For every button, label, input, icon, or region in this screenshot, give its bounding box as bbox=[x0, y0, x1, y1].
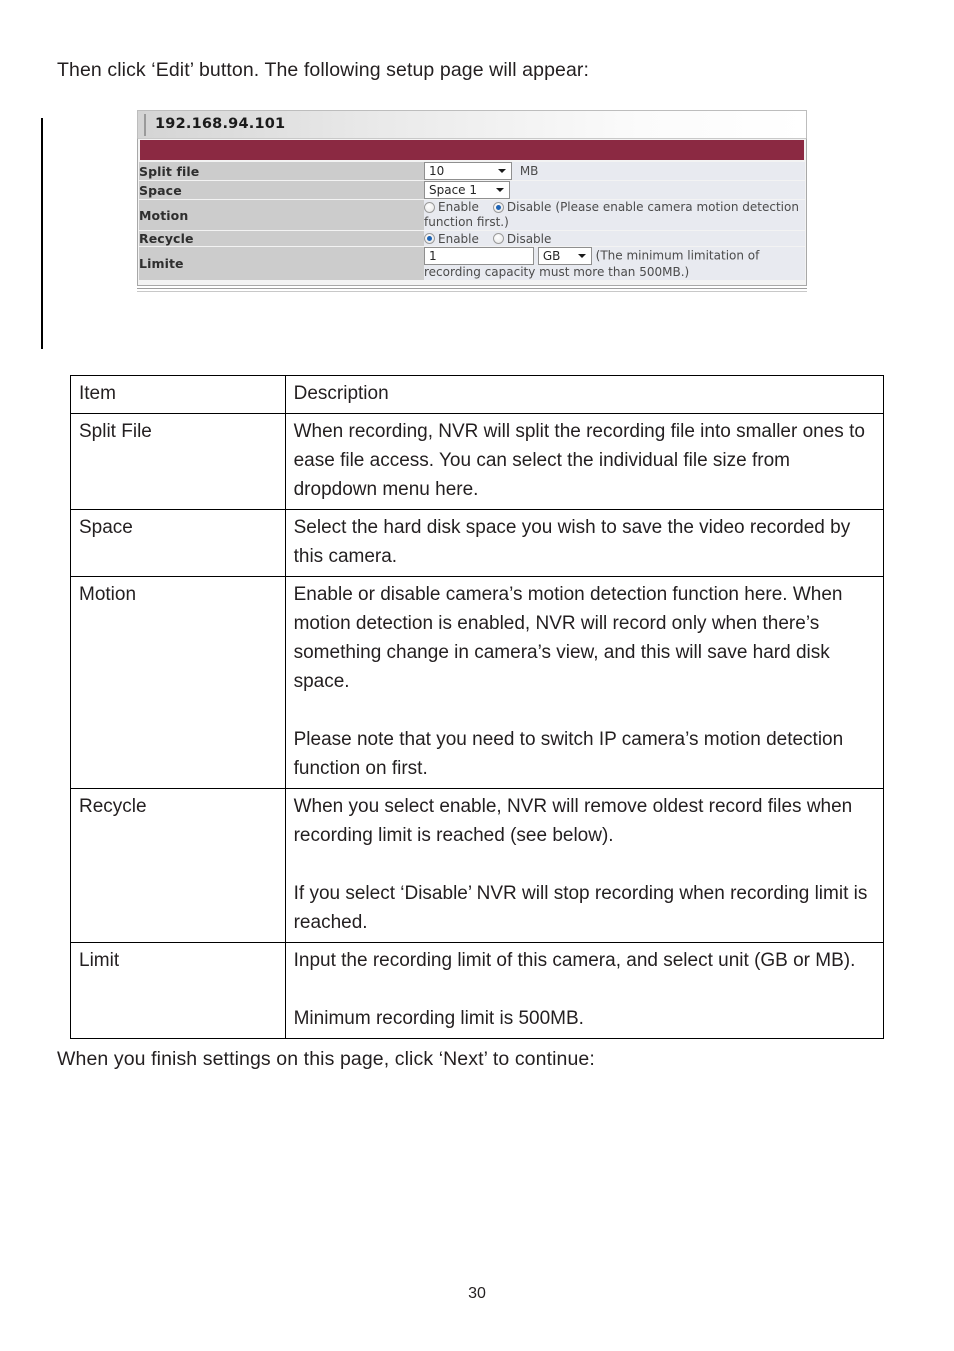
item-description: Select the hard disk space you wish to s… bbox=[284, 509, 885, 577]
form-row-recycle: Recycle Enable Disable bbox=[139, 231, 805, 246]
split-file-value-cell: 10 MB bbox=[424, 162, 805, 180]
space-label: Space bbox=[139, 181, 424, 199]
item-description: Input the recording limit of this camera… bbox=[284, 942, 885, 1039]
item-name: Motion bbox=[70, 576, 286, 789]
recycle-label: Recycle bbox=[139, 231, 424, 246]
motion-enable-label: Enable bbox=[438, 200, 479, 214]
motion-disable-radio[interactable] bbox=[492, 202, 504, 213]
recording-settings-form: Split file 10 MB Space Space 1 Motion En… bbox=[139, 161, 805, 281]
description-paragraph: When you select enable, NVR will remove … bbox=[293, 796, 853, 846]
space-select[interactable]: Space 1 bbox=[424, 181, 510, 199]
table-row: Recycle When you select enable, NVR will… bbox=[70, 788, 885, 943]
recycle-enable-radio[interactable] bbox=[424, 233, 435, 245]
figure-left-rule bbox=[41, 118, 43, 349]
motion-value-cell: Enable Disable (Please enable camera motio… bbox=[424, 200, 805, 230]
limite-label: Limite bbox=[139, 247, 424, 280]
table-header-row: Item Description bbox=[70, 375, 885, 414]
item-description-table: Item Description Split File When recordi… bbox=[70, 375, 885, 1039]
description-paragraph: Enable or disable camera’s motion detect… bbox=[293, 584, 843, 692]
description-paragraph: Minimum recording limit is 500MB. bbox=[293, 1008, 584, 1029]
item-name: Recycle bbox=[70, 788, 286, 943]
limite-unit-value: GB bbox=[542, 249, 561, 263]
item-description: Enable or disable camera’s motion detect… bbox=[284, 576, 885, 789]
description-paragraph: If you select ‘Disable’ NVR will stop re… bbox=[293, 883, 868, 933]
recycle-disable-radio[interactable] bbox=[492, 233, 504, 245]
description-paragraph: Select the hard disk space you wish to s… bbox=[293, 517, 851, 567]
recycle-disable-label: Disable bbox=[506, 231, 552, 246]
description-paragraph: When recording, NVR will split the recor… bbox=[293, 421, 865, 500]
limite-unit-select[interactable]: GB bbox=[537, 247, 592, 265]
item-description: When you select enable, NVR will remove … bbox=[284, 788, 885, 943]
device-tab[interactable]: 192.168.94.101 bbox=[137, 110, 807, 138]
nvr-setup-panel: 192.168.94.101 Split file 10 MB Space Sp… bbox=[137, 110, 807, 292]
form-row-split-file: Split file 10 MB bbox=[139, 162, 805, 180]
nvr-window: Split file 10 MB Space Space 1 Motion En… bbox=[137, 138, 807, 286]
motion-label: Motion bbox=[139, 200, 424, 230]
table-row: Split File When recording, NVR will spli… bbox=[70, 413, 885, 510]
split-file-unit-suffix: MB bbox=[519, 164, 539, 178]
item-description: When recording, NVR will split the recor… bbox=[284, 413, 885, 510]
panel-bottom-rule bbox=[137, 288, 807, 292]
space-value-cell: Space 1 bbox=[424, 181, 805, 199]
chevron-down-icon bbox=[577, 254, 586, 258]
form-row-motion: Motion Enable Disable (Please enable camer… bbox=[139, 200, 805, 230]
split-file-label: Split file bbox=[139, 162, 424, 180]
outro-paragraph: When you finish settings on this page, c… bbox=[57, 1048, 595, 1070]
split-file-select[interactable]: 10 bbox=[424, 162, 512, 180]
description-paragraph: Please note that you need to switch IP c… bbox=[293, 729, 844, 779]
form-row-limite: Limite 1 GB (The minimum limitation of r… bbox=[139, 247, 805, 280]
split-file-select-value: 10 bbox=[429, 164, 445, 178]
nvr-setup-figure: 192.168.94.101 Split file 10 MB Space Sp… bbox=[0, 110, 954, 355]
intro-paragraph: Then click ‘Edit’ button. The following … bbox=[57, 59, 590, 81]
table-row: Motion Enable or disable camera’s motion… bbox=[70, 576, 885, 789]
motion-enable-radio[interactable] bbox=[424, 202, 435, 213]
header-item: Item bbox=[70, 375, 286, 414]
form-row-space: Space Space 1 bbox=[139, 181, 805, 199]
description-paragraph: Input the recording limit of this camera… bbox=[293, 950, 856, 971]
limite-value-cell: 1 GB (The minimum limitation of recordin… bbox=[424, 247, 805, 280]
item-name: Split File bbox=[70, 413, 286, 510]
item-name: Space bbox=[70, 509, 286, 577]
item-name: Limit bbox=[70, 942, 286, 1039]
chevron-down-icon bbox=[496, 188, 504, 192]
device-ip-label: 192.168.94.101 bbox=[155, 116, 286, 132]
table-row: Space Select the hard disk space you wis… bbox=[70, 509, 885, 577]
panel-title-bar bbox=[140, 140, 804, 160]
space-select-value: Space 1 bbox=[429, 183, 478, 197]
motion-hint: (Please enable camera motion detection f… bbox=[424, 200, 799, 229]
table-row: Limit Input the recording limit of this … bbox=[70, 942, 885, 1039]
motion-disable-label: Disable bbox=[506, 200, 552, 214]
limite-input[interactable]: 1 bbox=[424, 247, 534, 265]
page-number: 30 bbox=[468, 1285, 486, 1302]
chevron-down-icon bbox=[498, 169, 506, 173]
header-description: Description bbox=[284, 375, 885, 414]
recycle-enable-label: Enable bbox=[438, 231, 479, 246]
recycle-value-cell: Enable Disable bbox=[424, 231, 805, 246]
